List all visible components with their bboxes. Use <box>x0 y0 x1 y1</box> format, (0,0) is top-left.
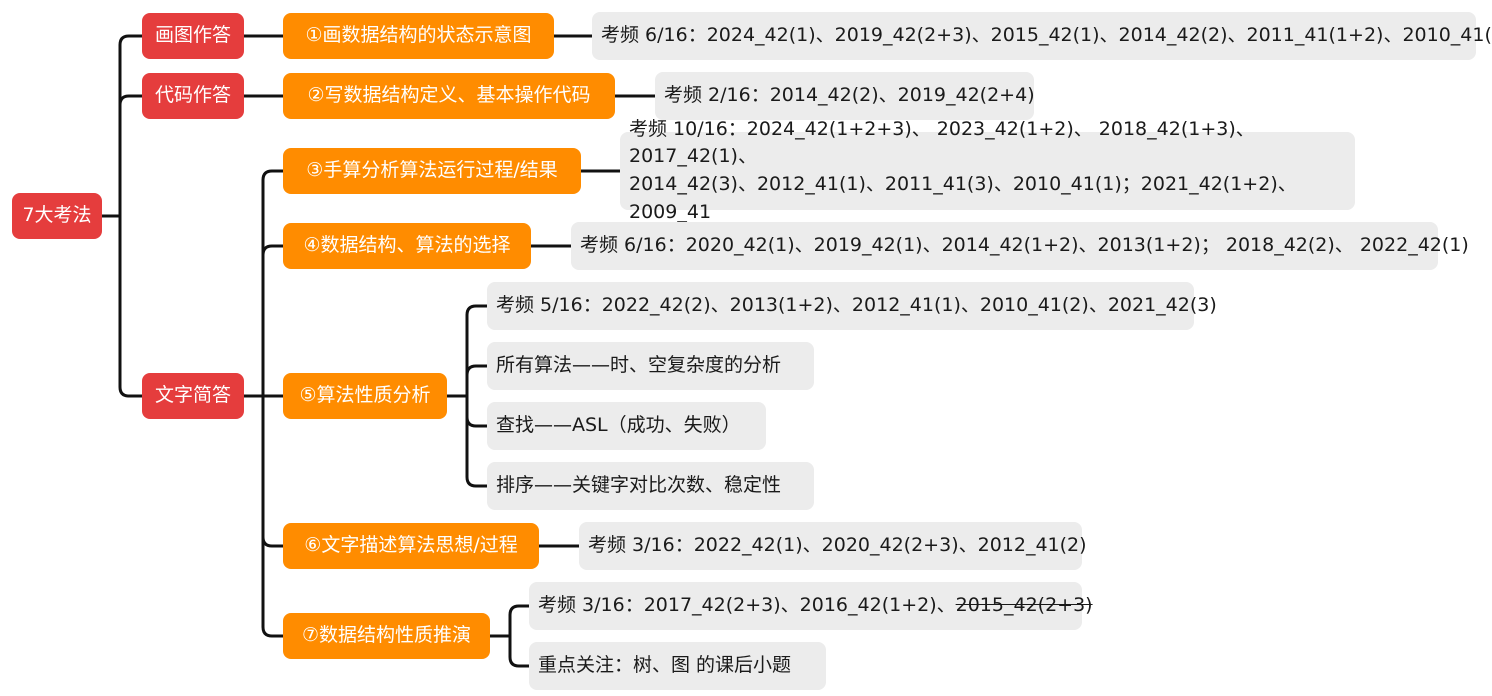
detail-frequency-topic-5: 考频 5/16：2022_42(2)、2013(1+2)、2012_41(1)、… <box>487 282 1217 330</box>
detail-frequency-topic-4: 考频 6/16：2020_42(1)、2019_42(1)、2014_42(1+… <box>571 222 1469 270</box>
category-code[interactable]: 代码作答 <box>142 73 244 119</box>
struck-through-entry: 2015_42(2+3) <box>955 594 1093 617</box>
topic-7-deduction[interactable]: ⑦数据结构性质推演 <box>283 613 490 659</box>
category-text-answer[interactable]: 文字简答 <box>142 373 244 419</box>
connector-topic-5-properties <box>445 304 489 488</box>
connector-root-node <box>100 34 144 398</box>
detail-complexity-analysis: 所有算法——时、空复杂度的分析 <box>487 342 814 390</box>
detail-frequency-topic-1: 考频 6/16：2024_42(1)、2019_42(2+3)、2015_42(… <box>592 12 1492 60</box>
detail-search-asl: 查找——ASL（成功、失败） <box>487 402 766 450</box>
detail-sort-comparisons: 排序——关键字对比次数、稳定性 <box>487 462 814 510</box>
detail-frequency-topic-6: 考频 3/16：2022_42(1)、2020_42(2+3)、2012_41(… <box>579 522 1087 570</box>
topic-5-properties[interactable]: ⑤算法性质分析 <box>283 373 447 419</box>
connector-topic-7-deduction <box>488 604 531 668</box>
topic-1-state-diagram[interactable]: ①画数据结构的状态示意图 <box>283 13 554 59</box>
detail-line-1: 考频 10/16：2024_42(1+2+3)、 2023_42(1+2)、 2… <box>629 117 1255 168</box>
topic-4-selection[interactable]: ④数据结构、算法的选择 <box>283 223 531 269</box>
detail-frequency-topic-7: 考频 3/16：2017_42(2+3)、2016_42(1+2)、 2015_4… <box>529 582 1093 630</box>
detail-line-2: 2014_42(3)、2012_41(1)、2011_41(3)、2010_41… <box>629 173 1297 223</box>
root-node[interactable]: 7大考法 <box>12 193 102 239</box>
detail-frequency-topic-3: 考频 10/16：2024_42(1+2+3)、 2023_42(1+2)、 2… <box>620 118 1355 223</box>
connector-category-text-answer <box>242 169 285 638</box>
detail-text: 考频 3/16：2017_42(2+3)、2016_42(1+2)、 <box>538 594 956 617</box>
detail-focus-trees-graphs: 重点关注：树、图 的课后小题 <box>529 642 826 690</box>
mind-map: 7大考法 画图作答 代码作答 文字简答 ①画数据结构的状态示意图 ②写数据结构定… <box>0 0 1492 696</box>
topic-2-write-code[interactable]: ②写数据结构定义、基本操作代码 <box>283 73 615 119</box>
category-drawing[interactable]: 画图作答 <box>142 13 244 59</box>
topic-3-manual-trace[interactable]: ③手算分析算法运行过程/结果 <box>283 148 581 194</box>
detail-frequency-topic-2: 考频 2/16：2014_42(2)、2019_42(2+4) <box>655 72 1035 120</box>
topic-6-describe-algorithm[interactable]: ⑥文字描述算法思想/过程 <box>283 523 539 569</box>
